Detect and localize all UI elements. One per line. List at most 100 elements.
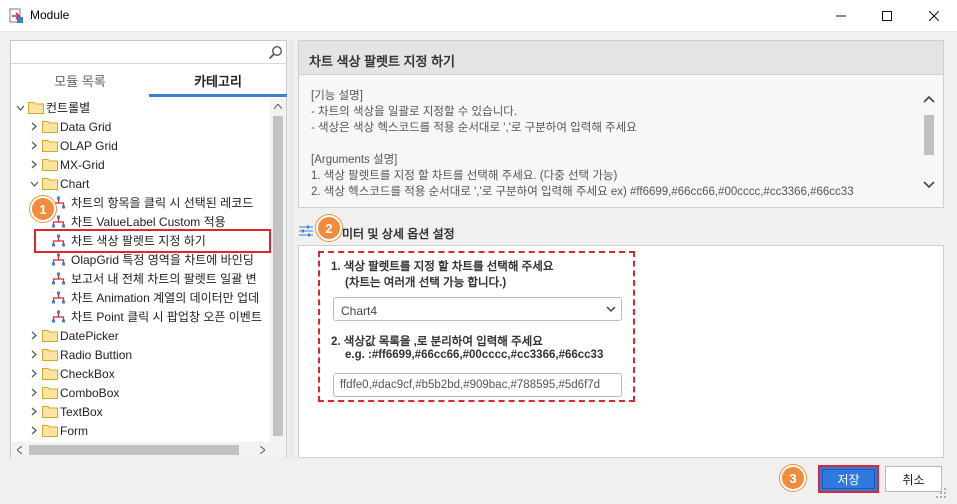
tree-node-label: 차트 ValueLabel Custom 적용: [71, 215, 226, 229]
tree-folder[interactable]: ComboBox: [29, 383, 119, 402]
maximize-button[interactable]: [864, 0, 910, 32]
chevron-right-icon[interactable]: [29, 345, 39, 364]
description-header: 차트 색상 팔렛트 지정 하기: [299, 41, 943, 75]
chevron-down-icon: [606, 306, 616, 313]
scroll-right-icon[interactable]: [254, 442, 270, 458]
tree-folder[interactable]: CheckBox: [29, 364, 115, 383]
chevron-up-icon[interactable]: [921, 91, 937, 107]
scroll-thumb[interactable]: [273, 116, 283, 436]
tree-folder[interactable]: OLAP Grid: [29, 136, 118, 155]
minimize-button[interactable]: [818, 0, 864, 32]
folder-icon: [42, 330, 58, 342]
tab-bar: 모듈 목록 카테고리: [11, 70, 287, 97]
save-button-label: 저장: [822, 469, 875, 489]
tree-node-label: ComboBox: [60, 385, 120, 400]
folder-icon: [42, 121, 58, 133]
tree-item[interactable]: 보고서 내 전체 차트의 팔렛트 일괄 변: [51, 269, 257, 288]
chevron-right-icon[interactable]: [29, 421, 39, 440]
color-list-input[interactable]: [333, 373, 622, 397]
tree-folder[interactable]: Form: [29, 421, 88, 440]
folder-icon: [42, 406, 58, 418]
tree-folder[interactable]: Data Grid: [29, 117, 111, 136]
category-tree: 컨트롤별 Data Grid OLAP Grid MX-Grid Chart 차트의 항목…: [11, 98, 270, 442]
chart-select-dropdown[interactable]: Chart4: [333, 297, 622, 321]
chevron-down-icon[interactable]: [15, 98, 25, 117]
chevron-right-icon[interactable]: [29, 402, 39, 421]
tree-item[interactable]: 차트 Animation 계열의 데이터만 업데: [51, 288, 259, 307]
chevron-right-icon[interactable]: [29, 117, 39, 136]
tree-node-label: 차트 Animation 계열의 데이터만 업데: [71, 291, 260, 305]
folder-icon: [42, 140, 58, 152]
tree-node-label: OlapGrid 특정 영역을 차트에 바인딩: [71, 253, 254, 267]
chevron-right-icon[interactable]: [29, 326, 39, 345]
search-input[interactable]: [15, 43, 263, 61]
tree-folder[interactable]: TextBox: [29, 402, 103, 421]
module-icon: [52, 310, 65, 322]
folder-icon: [42, 159, 58, 171]
tree-vertical-scrollbar[interactable]: [270, 98, 286, 442]
parameter-header-label: 미터 및 상세 옵션 설정: [342, 227, 455, 241]
chevron-down-icon[interactable]: [29, 174, 39, 193]
tree-node-label: DatePicker: [60, 328, 119, 343]
chevron-right-icon[interactable]: [29, 136, 39, 155]
module-description-panel: 차트 색상 팔렛트 지정 하기 [기능 설명] - 차트의 색상을 일괄로 지정…: [298, 40, 944, 208]
tree-horizontal-scrollbar[interactable]: [11, 442, 270, 458]
scroll-up-icon[interactable]: [270, 98, 286, 114]
description-scroll-thumb[interactable]: [924, 115, 934, 155]
tree-node-label: TextBox: [60, 404, 103, 419]
scroll-corner: [270, 442, 286, 458]
tree-node-label: Radio Buttion: [60, 347, 133, 362]
tree-node-label: OLAP Grid: [60, 138, 118, 153]
selection-highlight-box: [34, 229, 271, 253]
resize-grip-icon[interactable]: [934, 486, 948, 500]
title-bar: Module: [0, 0, 957, 32]
folder-icon: [42, 387, 58, 399]
chevron-right-icon[interactable]: [29, 364, 39, 383]
tree-node-label: 컨트롤별: [46, 101, 91, 115]
tree-item[interactable]: 차트의 항목을 클릭 시 선택된 레코드: [51, 193, 253, 212]
tab-module-list[interactable]: 모듈 목록: [11, 70, 149, 97]
tree-folder[interactable]: Radio Buttion: [29, 345, 132, 364]
description-line: 2. 색상 헥스코드를 적용 순서대로 ','로 구분하여 입력해 주세요 ex…: [311, 186, 854, 198]
window-title: Module: [30, 8, 70, 22]
maximize-icon: [882, 11, 892, 21]
tree-node-label: 보고서 내 전체 차트의 팔렛트 일괄 변: [71, 272, 257, 286]
tree-folder-chart[interactable]: Chart: [29, 174, 89, 193]
close-button[interactable]: [911, 0, 957, 32]
scroll-left-icon[interactable]: [11, 442, 27, 458]
folder-icon: [42, 178, 58, 190]
tree-node-label: CheckBox: [60, 366, 115, 381]
description-line: - 차트의 색상을 일괄로 지정할 수 있습니다.: [311, 106, 518, 118]
chevron-right-icon[interactable]: [29, 155, 39, 174]
tree-item[interactable]: 차트 Point 클릭 시 팝업창 오픈 이벤트: [51, 307, 262, 326]
description-line: [Arguments 설명]: [311, 154, 398, 166]
callout-badge-3: 3: [780, 465, 806, 491]
param1-label: 1. 색상 팔렛트를 지정 할 차트를 선택해 주세요: [331, 261, 554, 273]
tree-node-label: Chart: [60, 176, 90, 191]
search-icon[interactable]: [268, 45, 283, 60]
tree-node-label: Form: [60, 423, 88, 438]
module-icon: [52, 291, 65, 303]
minimize-icon: [836, 15, 846, 17]
tree-folder-root[interactable]: 컨트롤별: [15, 98, 90, 117]
callout-badge-2: 2: [316, 215, 342, 241]
tree-node-label: 차트 Point 클릭 시 팝업창 오픈 이벤트: [71, 310, 262, 324]
save-button[interactable]: 저장: [818, 465, 879, 493]
module-app-icon: [9, 8, 23, 23]
tree-folder[interactable]: MX-Grid: [29, 155, 105, 174]
description-scrollbar[interactable]: [921, 91, 937, 199]
description-line: - 색상은 색상 헥스코드를 적용 순서대로 ','로 구분하여 입력해 주세요: [311, 122, 637, 134]
chevron-right-icon[interactable]: [29, 383, 39, 402]
panel-splitter[interactable]: [289, 40, 294, 458]
chevron-down-icon[interactable]: [921, 177, 937, 193]
description-line: [기능 설명]: [311, 90, 363, 102]
folder-icon: [42, 425, 58, 437]
tree-node-label: MX-Grid: [60, 157, 105, 172]
description-text: [기능 설명] - 차트의 색상을 일괄로 지정할 수 있습니다. - 색상은 …: [311, 87, 914, 205]
chart-select-value: Chart4: [341, 304, 378, 318]
tree-node-label: 차트의 항목을 클릭 시 선택된 레코드: [71, 196, 254, 210]
tree-folder[interactable]: DatePicker: [29, 326, 119, 345]
module-icon: [52, 253, 65, 265]
tab-category[interactable]: 카테고리: [149, 70, 287, 97]
scroll-thumb-horizontal[interactable]: [29, 445, 239, 455]
